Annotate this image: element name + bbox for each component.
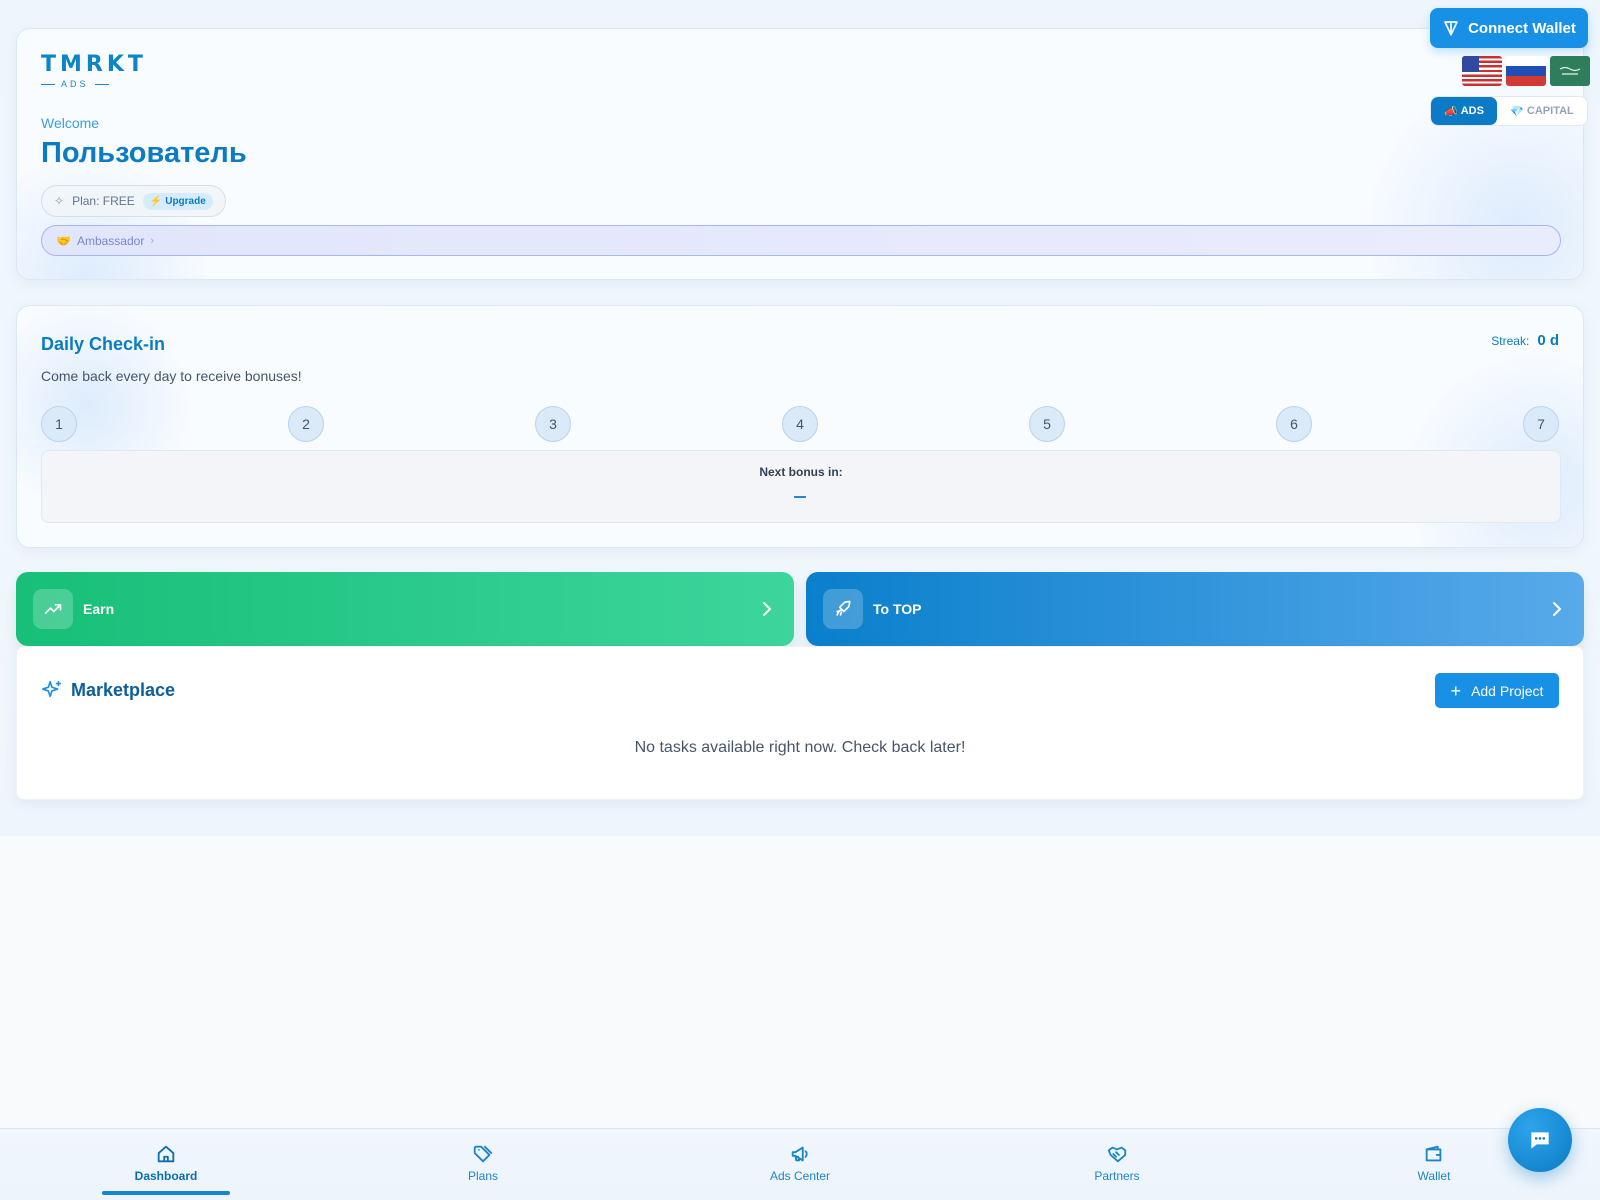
mode-capital-label: CAPITAL — [1526, 105, 1574, 117]
logo-sub: ADS — [41, 79, 141, 89]
marketplace-header: Marketplace — [41, 679, 175, 701]
welcome-text: Welcome — [41, 115, 100, 131]
day-circle-6: 6 — [1276, 406, 1312, 442]
mode-ads-label: ADS — [1460, 105, 1484, 117]
connect-wallet-button[interactable]: Connect Wallet — [1430, 8, 1588, 48]
day-circle-4: 4 — [782, 406, 818, 442]
earn-label: Earn — [83, 601, 115, 617]
home-icon — [157, 1145, 175, 1163]
logo-sub-text: ADS — [61, 79, 89, 89]
mode-capital-tab[interactable]: 💎 CAPITAL — [1497, 97, 1587, 125]
add-project-button[interactable]: + Add Project — [1435, 673, 1559, 708]
day-circle-2: 2 — [288, 406, 324, 442]
chevron-right-icon: › — [150, 234, 154, 247]
welcome-card: TMRKT ADS Welcome Пользователь ✧ Plan: F… — [16, 28, 1584, 280]
marketplace-card: Marketplace + Add Project No tasks avail… — [16, 646, 1584, 800]
plan-label: Plan: FREE — [72, 194, 135, 208]
earn-button[interactable]: Earn — [16, 572, 794, 646]
to-top-button[interactable]: To TOP — [806, 572, 1584, 646]
add-project-label: Add Project — [1471, 682, 1544, 699]
daily-checkin-card: Daily Check-in Come back every day to re… — [16, 305, 1584, 548]
nav-wallet-label: Wallet — [1417, 1169, 1451, 1183]
user-name: Пользователь — [41, 137, 247, 169]
nav-dashboard-label: Dashboard — [134, 1169, 198, 1183]
handshake-icon — [1107, 1146, 1127, 1163]
language-selector — [1462, 56, 1590, 86]
nav-wallet[interactable]: Wallet — [1354, 1143, 1514, 1183]
wallet-icon — [1425, 1145, 1442, 1162]
gem-icon: 💎 — [1510, 105, 1524, 118]
to-top-label: To TOP — [873, 601, 922, 617]
marketplace-title: Marketplace — [71, 679, 176, 700]
chat-button[interactable] — [1508, 1108, 1572, 1172]
day-circle-1: 1 — [41, 406, 77, 442]
sa-flag-icon[interactable] — [1550, 56, 1590, 86]
logo: TMRKT ADS — [41, 52, 147, 89]
chat-bubble-icon — [1531, 1132, 1549, 1149]
nav-partners-label: Partners — [1094, 1169, 1140, 1183]
upgrade-button[interactable]: ⚡ Upgrade — [142, 192, 213, 210]
ambassador-bar[interactable]: 🤝 Ambassador › — [41, 225, 1561, 256]
chevron-right-icon — [1553, 602, 1562, 616]
nav-plans[interactable]: Plans — [403, 1143, 563, 1183]
trending-up-icon — [33, 589, 73, 629]
upgrade-label: Upgrade — [165, 195, 206, 207]
nav-plans-label: Plans — [467, 1169, 499, 1183]
empty-state-message: No tasks available right now. Check back… — [634, 739, 966, 756]
sparkle-icon: ✧ — [54, 194, 65, 208]
streak-display: Streak: 0 d — [1491, 332, 1559, 349]
nav-partners[interactable]: Partners — [1037, 1143, 1197, 1183]
ton-icon — [1444, 21, 1458, 36]
sparkles-icon — [42, 680, 62, 698]
plus-icon: + — [1450, 680, 1462, 701]
lightning-icon: ⚡ — [149, 195, 163, 207]
us-flag-icon[interactable] — [1462, 56, 1502, 86]
connect-wallet-label: Connect Wallet — [1468, 19, 1576, 37]
mode-ads-tab[interactable]: 📣 ADS — [1431, 97, 1497, 125]
next-bonus-panel: Next bonus in: — [41, 450, 1561, 523]
megaphone-icon — [791, 1146, 808, 1162]
next-bonus-timer — [794, 496, 806, 498]
logo-main-text: TMRKT — [41, 52, 147, 77]
nav-ads-center-label: Ads Center — [769, 1169, 831, 1183]
day-circle-7: 7 — [1523, 406, 1559, 442]
ru-flag-icon[interactable] — [1506, 56, 1546, 86]
ambassador-label: Ambassador — [76, 233, 145, 248]
tag-icon — [473, 1145, 493, 1163]
next-bonus-label: Next bonus in: — [759, 465, 843, 479]
nav-dashboard[interactable]: Dashboard — [86, 1143, 246, 1183]
megaphone-icon: 📣 — [1444, 105, 1458, 118]
checkin-subtitle: Come back every day to receive bonuses! — [41, 368, 302, 384]
chevron-right-icon — [763, 602, 772, 616]
bottom-nav: Dashboard Plans Ads Center Partners Wall… — [0, 1128, 1600, 1200]
mode-switch: 📣 ADS 💎 CAPITAL — [1430, 96, 1588, 126]
plan-badge[interactable]: ✧ Plan: FREE ⚡ Upgrade — [41, 185, 226, 217]
streak-label: Streak: — [1491, 334, 1530, 348]
checkin-title: Daily Check-in — [41, 334, 166, 354]
active-tab-indicator — [102, 1191, 230, 1195]
handshake-icon: 🤝 — [56, 233, 71, 248]
streak-value: 0 d — [1537, 332, 1559, 349]
rocket-icon — [823, 589, 863, 629]
day-circle-5: 5 — [1029, 406, 1065, 442]
day-circle-3: 3 — [535, 406, 571, 442]
nav-ads-center[interactable]: Ads Center — [720, 1143, 880, 1183]
